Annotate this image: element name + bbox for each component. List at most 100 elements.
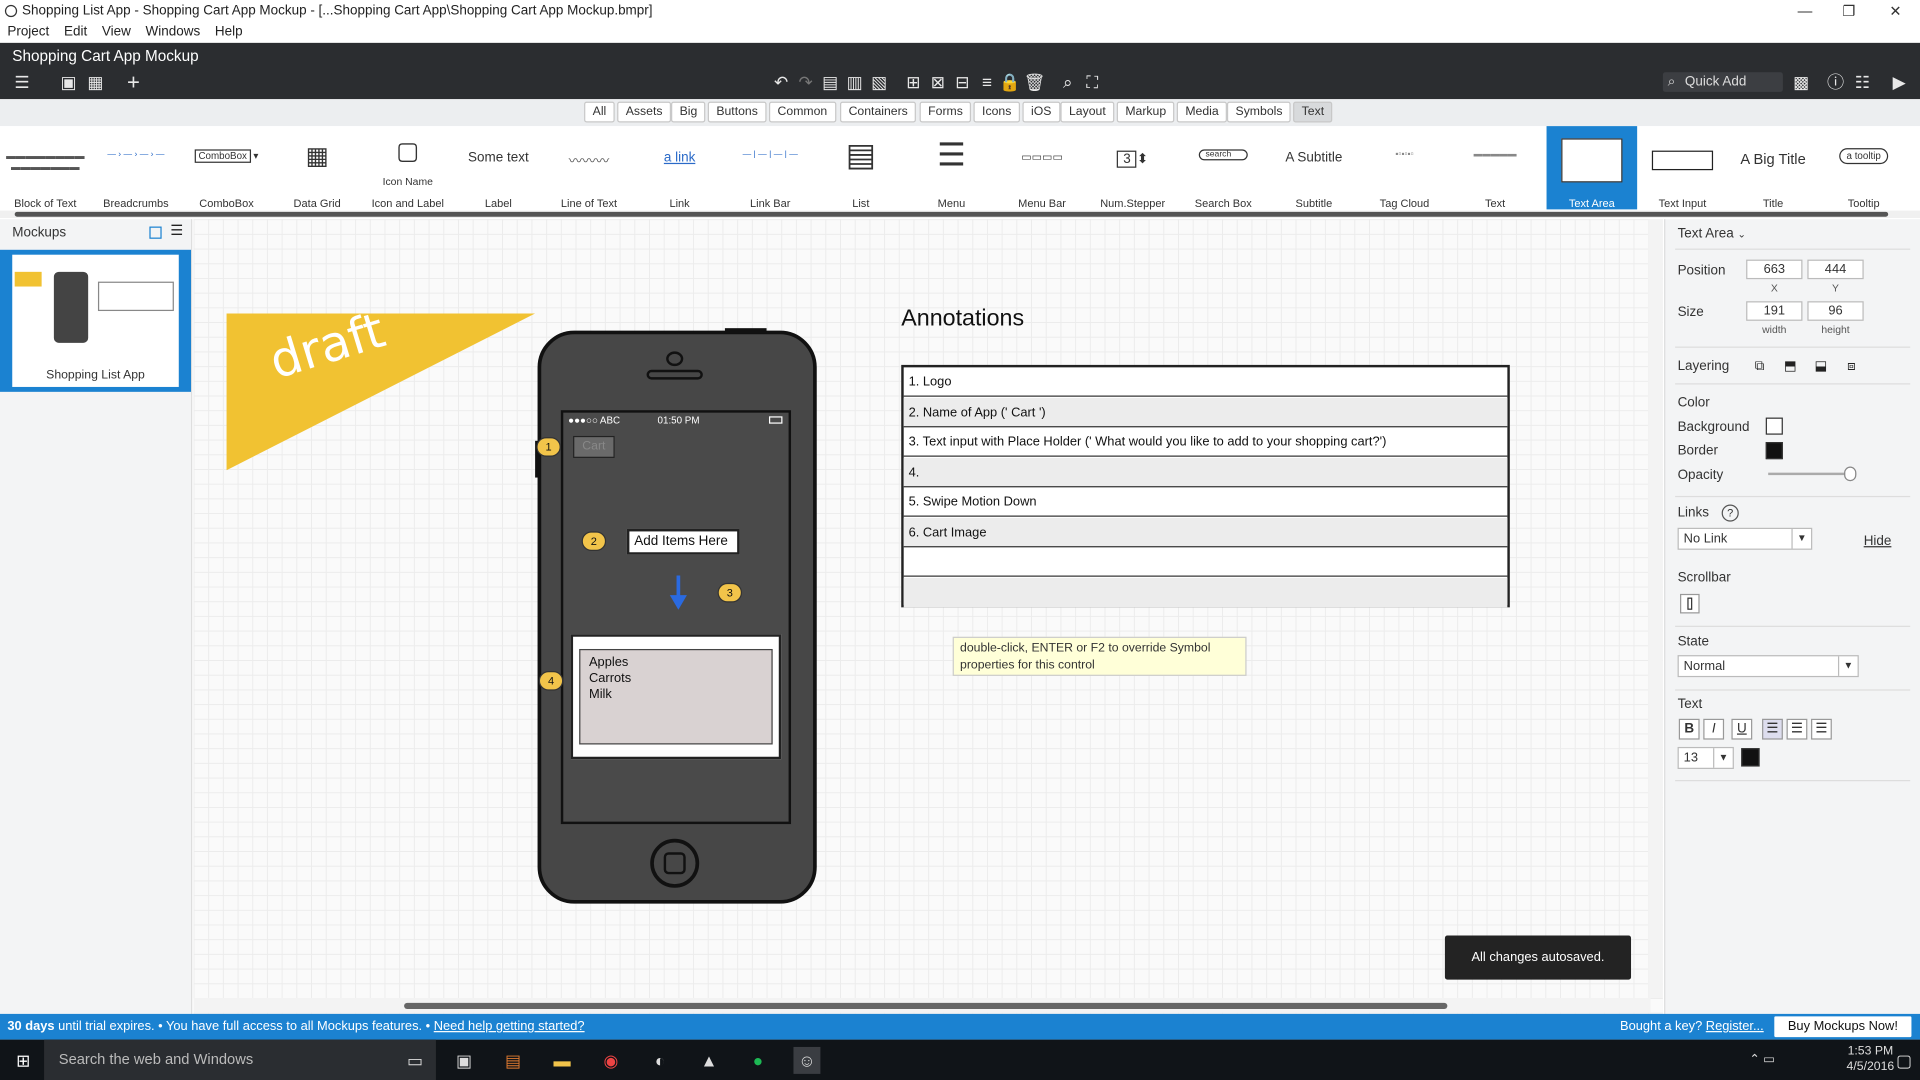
help-icon[interactable]: ? xyxy=(1721,504,1739,522)
palette-link-bar[interactable]: — | — | — | — Link Bar xyxy=(725,126,816,210)
height-field[interactable]: 96 xyxy=(1807,301,1864,321)
copy-icon[interactable]: ▥ xyxy=(845,72,865,92)
list-view-icon[interactable]: ☰ xyxy=(170,222,183,239)
cut-icon[interactable]: ▤ xyxy=(820,72,840,92)
tab-common[interactable]: Common xyxy=(768,101,836,123)
maximize-button[interactable]: ❐ xyxy=(1827,0,1871,22)
palette-list[interactable]: ▤ List xyxy=(816,126,907,209)
bring-forward-icon[interactable]: ⬒ xyxy=(1782,358,1799,375)
paste-icon[interactable]: ▧ xyxy=(869,72,889,92)
cart-list-textarea[interactable]: Apples Carrots Milk xyxy=(579,648,773,745)
width-field[interactable]: 191 xyxy=(1746,301,1803,321)
annotation-marker-3[interactable]: 3 xyxy=(717,582,743,603)
minimize-button[interactable]: — xyxy=(1783,0,1827,22)
tab-layout[interactable]: Layout xyxy=(1060,101,1115,123)
canvas-horizontal-scrollbar[interactable] xyxy=(193,997,1651,1013)
help-link[interactable]: Need help getting started? xyxy=(434,1019,585,1034)
align-right-button[interactable]: ☰ xyxy=(1811,718,1832,740)
bold-button[interactable]: B xyxy=(1678,718,1700,740)
palette-text-input[interactable]: Text Input xyxy=(1637,126,1728,209)
palette-subtitle[interactable]: A Subtitle Subtitle xyxy=(1269,126,1360,210)
scrollbar-toggle[interactable] xyxy=(1680,593,1700,614)
palette-tag-cloud[interactable]: ▪▫▪▫▪▫ Tag Cloud xyxy=(1359,126,1450,210)
tab-ios[interactable]: iOS xyxy=(1022,101,1061,123)
tab-symbols[interactable]: Symbols xyxy=(1226,101,1292,123)
task-view-icon[interactable]: ▭ xyxy=(402,1047,429,1074)
palette-block-of-text[interactable]: ▬▬▬▬▬▬▬▬ ▬▬▬▬▬▬▬ Block of Text xyxy=(0,126,91,210)
underline-button[interactable]: U xyxy=(1731,718,1753,740)
register-link[interactable]: Register... xyxy=(1706,1019,1764,1034)
palette-breadcrumbs[interactable]: — › — › — › — Breadcrumbs xyxy=(91,126,182,210)
notes-icon[interactable]: ☷ xyxy=(1853,72,1873,92)
grid-view-icon[interactable]: ▦ xyxy=(86,72,106,92)
align-center-button[interactable]: ☰ xyxy=(1786,718,1808,740)
palette-icon-and-label[interactable]: ▢ Icon Name Icon and Label xyxy=(362,126,453,209)
palette-scrollbar[interactable] xyxy=(0,210,1920,218)
palette-text[interactable]: ▬▬▬▬▬ Text xyxy=(1450,126,1541,210)
menu-windows[interactable]: Windows xyxy=(146,24,201,39)
group-icon[interactable]: ⊞ xyxy=(904,72,924,92)
fullscreen-icon[interactable]: ⛶ xyxy=(1082,72,1102,92)
menu-project[interactable]: Project xyxy=(7,24,49,39)
single-view-icon[interactable] xyxy=(149,226,162,239)
redo-icon[interactable]: ↷ xyxy=(796,72,816,92)
buy-mockups-button[interactable]: Buy Mockups Now! xyxy=(1774,1016,1912,1038)
mockup-thumbnail-selected[interactable]: Shopping List App xyxy=(0,249,192,392)
align-left-button[interactable]: ☰ xyxy=(1762,718,1783,740)
tab-forms[interactable]: Forms xyxy=(919,101,972,123)
opacity-slider-handle[interactable] xyxy=(1844,466,1857,482)
tab-containers[interactable]: Containers xyxy=(840,101,917,123)
taskbar-search[interactable]: Search the web and Windows xyxy=(44,1039,436,1080)
cart-logo[interactable]: Cart xyxy=(573,435,615,458)
add-items-input[interactable]: Add Items Here xyxy=(626,528,740,555)
trash-icon[interactable]: 🗑 xyxy=(1024,72,1046,92)
font-size-select[interactable]: 13 ▼ xyxy=(1677,746,1734,769)
menu-help[interactable]: Help xyxy=(215,24,243,39)
palette-num-stepper[interactable]: 3 ⬍ Num.Stepper xyxy=(1087,126,1178,209)
add-icon[interactable]: + xyxy=(124,71,144,93)
tab-markup[interactable]: Markup xyxy=(1116,101,1175,123)
undo-icon[interactable]: ↶ xyxy=(771,72,791,92)
palette-menu-bar[interactable]: ▭▭▭▭ Menu Bar xyxy=(997,126,1088,210)
annotations-table[interactable]: 1. Logo 2. Name of App (' Cart ') 3. Tex… xyxy=(901,364,1510,608)
palette-search-box[interactable]: search Search Box xyxy=(1178,126,1269,209)
palette-tooltip[interactable]: a tooltip Tooltip xyxy=(1818,126,1909,209)
system-tray-icons[interactable]: ⌃ ▭ ◗ ▯ xyxy=(1749,1047,1776,1074)
align-icon[interactable]: ⊟ xyxy=(953,72,973,92)
tab-big[interactable]: Big xyxy=(671,101,706,123)
state-select[interactable]: Normal ▼ xyxy=(1677,655,1859,678)
search-icon[interactable]: ⌕ xyxy=(1058,72,1078,92)
send-to-back-icon[interactable]: ⧈ xyxy=(1843,358,1860,375)
annotation-marker-4[interactable]: 4 xyxy=(538,671,564,691)
info-icon[interactable]: ⓘ xyxy=(1826,72,1846,92)
palette-menu[interactable]: ☰ Menu xyxy=(906,126,997,209)
tab-media[interactable]: Media xyxy=(1176,101,1228,123)
menu-view[interactable]: View xyxy=(102,24,131,39)
border-color-swatch[interactable] xyxy=(1765,442,1783,460)
palette-text-area[interactable]: Text Area xyxy=(1546,126,1638,210)
file-explorer-icon[interactable]: ▬ xyxy=(549,1047,576,1074)
palette-title[interactable]: A Big Title Title xyxy=(1728,126,1819,210)
hamburger-menu-icon[interactable]: ☰ xyxy=(12,72,32,92)
horizontal-scroll-thumb[interactable] xyxy=(404,1002,1448,1009)
position-x-field[interactable]: 663 xyxy=(1746,259,1803,280)
palette-line-of-text[interactable]: 〰〰〰 Line of Text xyxy=(544,126,635,209)
annotation-marker-1[interactable]: 1 xyxy=(536,437,561,457)
inspector-title[interactable]: Text Area ⌄ xyxy=(1678,227,1746,242)
annotations-title[interactable]: Annotations xyxy=(901,306,1024,333)
mockups-app-icon[interactable]: ▤ xyxy=(500,1047,527,1074)
quick-add-search[interactable]: ⌕ Quick Add xyxy=(1662,72,1783,92)
notifications-icon[interactable]: ▢ xyxy=(1891,1047,1918,1074)
close-button[interactable]: ✕ xyxy=(1873,0,1917,22)
position-y-field[interactable]: 444 xyxy=(1807,259,1864,280)
palette-link[interactable]: a link Link xyxy=(634,126,725,210)
menu-edit[interactable]: Edit xyxy=(64,24,87,39)
palette-data-grid[interactable]: ▦ Data Grid xyxy=(272,126,363,209)
game-icon[interactable]: ▲ xyxy=(696,1047,723,1074)
distribute-icon[interactable]: ≡ xyxy=(977,72,997,92)
palette-scroll-thumb[interactable] xyxy=(14,211,1889,217)
windows-start-icon[interactable]: ⊞ xyxy=(10,1047,37,1074)
panel-toggle-icon[interactable]: ▣ xyxy=(59,72,79,92)
tab-assets[interactable]: Assets xyxy=(617,101,672,123)
spotify-icon[interactable]: ● xyxy=(744,1047,771,1074)
